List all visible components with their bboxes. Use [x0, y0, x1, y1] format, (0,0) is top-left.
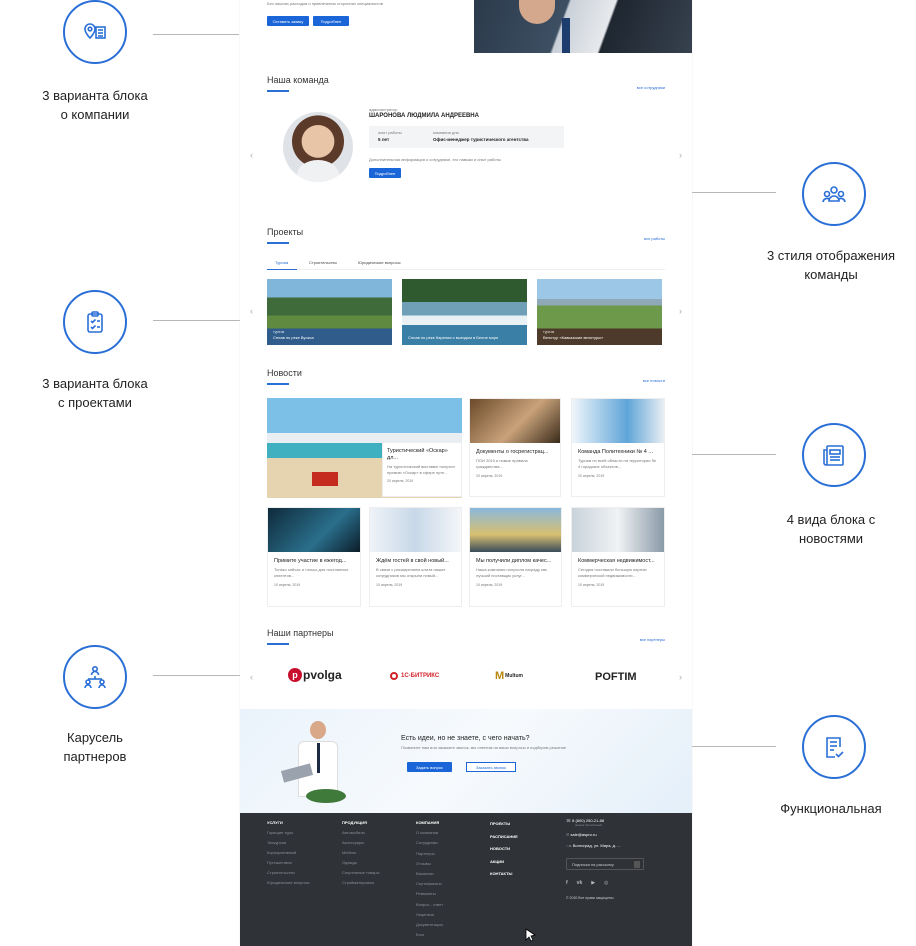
partners-next-arrow[interactable]: › — [679, 672, 682, 682]
cta-text: Позвоните нам или закажите звонок, мы от… — [401, 745, 567, 750]
news-card[interactable]: Примите участие в ежегод... Только сейча… — [267, 507, 361, 607]
news-card[interactable]: Туристический «Оскар» дл... На туристиче… — [382, 442, 462, 497]
team-avatar — [283, 112, 353, 182]
footer-subscribe-button[interactable]: Подписка на рассылку — [566, 858, 644, 870]
newspaper-icon — [802, 423, 866, 487]
partners-all-link[interactable]: все партнеры — [640, 637, 665, 642]
cta-person — [280, 721, 356, 805]
partners-title: Наши партнеры — [267, 628, 334, 638]
cta-call-button[interactable]: Заказать звонок — [466, 762, 516, 772]
news-image — [470, 399, 560, 443]
news-image — [370, 508, 461, 552]
phone-icon: ☎ — [566, 818, 571, 823]
footer-contacts: ☎ 8 (800) 250-21-88 звонок бесплатный ✉ … — [566, 818, 676, 900]
footer-copyright: © 2020 Все права защищены — [566, 896, 614, 900]
team-prev-arrow[interactable]: ‹ — [250, 150, 253, 160]
location-icon: ⌂ — [566, 843, 569, 848]
youtube-icon[interactable]: ▶ — [591, 880, 595, 886]
projects-prev-arrow[interactable]: ‹ — [250, 306, 253, 316]
partner-logo-poftim[interactable]: POFTIM — [595, 671, 637, 683]
hero-more-button[interactable]: Подробнее — [313, 16, 349, 26]
org-chart-icon — [63, 645, 127, 709]
cta-title: Есть идеи, но не знаете, с чего начать? — [401, 735, 530, 742]
team-annotation: 3 стиля отображения команды — [766, 248, 896, 282]
news-card[interactable]: Ждём гостей в свой новый... В связи с ра… — [369, 507, 462, 607]
hero-order-button[interactable]: Оставить заявку — [267, 16, 309, 26]
team-info-box: опыт работы 5 лет компания для Офис-мене… — [369, 126, 564, 148]
footer-address: ⌂ г. Волгоград, ул. Мира, д. ... — [566, 843, 621, 848]
vk-icon[interactable]: vk — [577, 880, 583, 886]
project-card[interactable]: Сплав по реке Карелия с выездом в Белое … — [402, 279, 527, 345]
team-more-button[interactable]: Подробнее — [369, 168, 401, 178]
projects-title-bar — [267, 242, 289, 244]
team-desc: Дополнительная информация о сотруднике, … — [369, 157, 502, 162]
news-title-bar — [267, 383, 289, 385]
footer-socials: f vk ▶ ◎ — [566, 880, 676, 886]
tab-tourism[interactable]: Туризм — [275, 260, 288, 265]
partner-logo-multum[interactable]: M Multum — [495, 670, 523, 682]
news-card[interactable]: Команда Политехники № 4 ... Туризм по вс… — [571, 398, 665, 497]
team-icon — [802, 162, 866, 226]
news-image — [268, 508, 360, 552]
tab-legal[interactable]: Юридические вопросы — [358, 260, 401, 265]
footer-col-company: КОМПАНИЯ О компании Сотрудники Партнеры Отз… — [416, 820, 444, 938]
news-card[interactable]: Коммерческая недвижимост... Сегодня пост… — [571, 507, 665, 607]
instagram-icon[interactable]: ◎ — [604, 880, 608, 886]
news-card[interactable]: Документы о госрегистрац... ПОИ 2019 и н… — [469, 398, 561, 497]
facebook-icon[interactable]: f — [566, 880, 568, 886]
team-next-arrow[interactable]: › — [679, 150, 682, 160]
projects-all-link[interactable]: все работы — [644, 236, 665, 241]
news-image — [572, 399, 664, 443]
footer-col-products: ПРОДУКЦИЯ Автомобили Аксессуары Мебель Одеж… — [342, 820, 380, 885]
projects-annotation: 3 варианта блока с проектами — [42, 376, 148, 410]
about-annotation: 3 варианта блока о компании — [42, 88, 148, 122]
site-mockup: Без лишних расходов и привлечения сторон… — [240, 0, 692, 946]
partner-logo-bitrix[interactable]: 1С-БИТРИКС — [390, 672, 439, 680]
footer-col-services: УСЛУГИ Горящие туры Экскурсии Корпоративны… — [267, 820, 310, 885]
news-image — [572, 508, 664, 552]
hero-photo — [474, 0, 692, 53]
partners-prev-arrow[interactable]: ‹ — [250, 672, 253, 682]
news-title: Новости — [267, 368, 302, 378]
projects-next-arrow[interactable]: › — [679, 306, 682, 316]
news-all-link[interactable]: все новости — [643, 378, 665, 383]
news-card[interactable]: Мы получили диплом качес... Наша компани… — [469, 507, 562, 607]
cta-section: Есть идеи, но не знаете, с чего начать? … — [240, 709, 692, 813]
partners-title-bar — [267, 643, 289, 645]
footer-email[interactable]: ✉ sale@aspro.ru — [566, 832, 676, 837]
footer-col-links: ПРОЕКТЫ РАСПИСАНИЕ НОВОСТИ АКЦИИ КОНТАКТЫ — [490, 821, 518, 876]
mouse-cursor-icon — [525, 928, 537, 942]
cta-ask-button[interactable]: Задать вопрос — [407, 762, 452, 772]
showcase-canvas: { "annotations": { "about_l1": "3 вариан… — [0, 0, 916, 946]
projects-tabs: Туризм Строительство Юридические вопросы — [267, 258, 665, 270]
project-card[interactable]: туризм Сплав по реке Вуокса — [267, 279, 392, 345]
form-check-icon — [802, 715, 866, 779]
hero-subtitle: Без лишних расходов и привлечения сторон… — [267, 1, 383, 6]
team-name: ШАРОНОВА ЛЮДМИЛА АНДРЕЕВНА — [369, 113, 479, 119]
team-title: Наша команда — [267, 75, 329, 85]
mail-icon: ✉ — [566, 832, 570, 837]
clipboard-icon — [63, 290, 127, 354]
tab-construction[interactable]: Строительство — [309, 260, 337, 265]
project-card[interactable]: туризм Велотур «Кавказские велотуры» — [537, 279, 662, 345]
functional-annotation: Функциональная — [780, 801, 882, 816]
projects-title: Проекты — [267, 227, 304, 237]
team-title-bar — [267, 90, 289, 92]
map-pin-icon — [63, 0, 127, 64]
partner-logo-pvolga[interactable]: p pvolga — [288, 668, 342, 682]
team-all-link[interactable]: все сотрудники — [637, 85, 665, 90]
news-annotation: 4 вида блока с новостями — [786, 512, 876, 546]
news-image — [470, 508, 561, 552]
partners-annotation: Карусель партнеров — [63, 730, 127, 764]
